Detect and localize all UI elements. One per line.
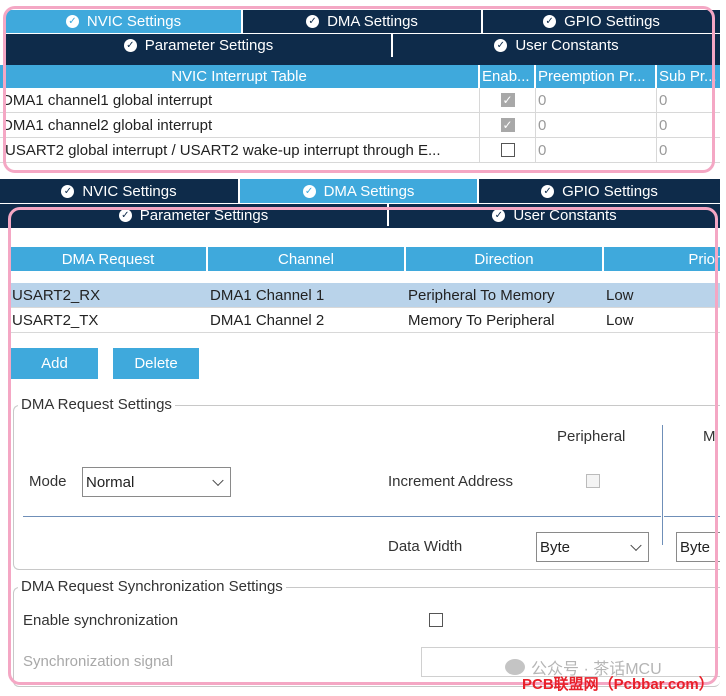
- top-main-tab-bar: ✓ NVIC Settings ✓ DMA Settings ✓ GPIO Se…: [6, 10, 720, 33]
- tab-nvic-settings[interactable]: ✓ NVIC Settings: [0, 179, 240, 203]
- memory-column-label: M: [703, 428, 716, 445]
- nvic-table-header: NVIC Interrupt Table Enab... Preemption …: [0, 65, 720, 88]
- col-header-enabled[interactable]: Enab...: [480, 65, 536, 88]
- enabled-cell: ✓: [480, 88, 536, 112]
- table-row[interactable]: DMA1 channel2 global interrupt ✓ 0 0: [0, 113, 720, 138]
- enabled-cell: [480, 138, 536, 162]
- top-tab-underline: [6, 57, 720, 65]
- table-row[interactable]: USART2_RX DMA1 Channel 1 Peripheral To M…: [10, 283, 720, 308]
- dma-request-settings-legend: DMA Request Settings: [18, 396, 175, 413]
- tab-parameter-settings[interactable]: ✓ Parameter Settings: [6, 34, 393, 57]
- dma-request-cell: USART2_RX: [12, 286, 101, 304]
- check-circle-icon: ✓: [494, 39, 508, 52]
- table-row[interactable]: USART2 global interrupt / USART2 wake-up…: [0, 138, 720, 163]
- delete-button[interactable]: Delete: [113, 348, 199, 379]
- peripheral-column-label: Peripheral: [557, 428, 626, 445]
- dma-table-header: DMA Request Channel Direction Prior: [10, 247, 720, 271]
- tab-user-constants[interactable]: ✓ User Constants: [389, 204, 720, 226]
- tab-parameter-settings[interactable]: ✓ Parameter Settings: [0, 204, 389, 226]
- check-circle-icon: ✓: [61, 184, 75, 198]
- preemption-priority[interactable]: 0: [536, 88, 657, 112]
- chevron-down-icon: [212, 474, 224, 487]
- col-header-priority[interactable]: Prior: [604, 247, 720, 271]
- col-header-channel[interactable]: Channel: [208, 247, 406, 271]
- tab-nvic-settings[interactable]: ✓ NVIC Settings: [6, 10, 243, 33]
- tab-gpio-settings[interactable]: ✓ GPIO Settings: [479, 179, 720, 203]
- table-row[interactable]: DMA1 channel1 global interrupt ✓ 0 0: [0, 88, 720, 113]
- bottom-main-tab-bar: ✓ NVIC Settings ✓ DMA Settings ✓ GPIO Se…: [0, 179, 720, 203]
- interrupt-name: USART2 global interrupt / USART2 wake-up…: [0, 138, 480, 162]
- check-circle-icon: ✓: [65, 15, 79, 28]
- preemption-priority[interactable]: 0: [536, 113, 657, 137]
- dma-channel-cell: DMA1 Channel 1: [210, 286, 325, 304]
- enabled-checkbox[interactable]: [500, 143, 515, 157]
- dma-priority-cell: Low: [606, 286, 634, 304]
- sub-priority[interactable]: 0: [657, 138, 720, 162]
- check-circle-icon: ✓: [541, 184, 555, 198]
- check-circle-icon: ✓: [306, 15, 320, 28]
- add-button[interactable]: Add: [11, 348, 98, 379]
- enable-synchronization-checkbox[interactable]: [429, 613, 443, 627]
- watermark-site: PCB联盟网（Pcbbar.com）: [522, 676, 714, 693]
- dma-channel-cell: DMA1 Channel 2: [210, 311, 325, 329]
- data-width-memory-select[interactable]: Byte: [676, 532, 720, 562]
- check-circle-icon: ✓: [123, 39, 137, 52]
- check-circle-icon: ✓: [543, 15, 557, 28]
- sub-priority[interactable]: 0: [657, 113, 720, 137]
- tab-dma-settings[interactable]: ✓ DMA Settings: [243, 10, 483, 33]
- data-width-peripheral-select[interactable]: Byte: [536, 532, 649, 562]
- interrupt-name: DMA1 channel1 global interrupt: [0, 88, 480, 112]
- dma-direction-cell: Memory To Peripheral: [408, 311, 555, 329]
- mode-label: Mode: [29, 473, 67, 490]
- dma-direction-cell: Peripheral To Memory: [408, 286, 555, 304]
- bottom-tab-underline: [0, 226, 720, 228]
- enabled-cell: ✓: [480, 113, 536, 137]
- enabled-checkbox[interactable]: ✓: [500, 93, 515, 107]
- mode-select[interactable]: Normal: [82, 467, 231, 497]
- top-sub-tab-bar: ✓ Parameter Settings ✓ User Constants: [6, 34, 720, 57]
- chevron-down-icon: [630, 539, 642, 552]
- dma-table-gap: [10, 271, 720, 283]
- enable-synchronization-label: Enable synchronization: [23, 612, 179, 629]
- tab-dma-settings[interactable]: ✓ DMA Settings: [240, 179, 479, 203]
- column-divider: [662, 425, 663, 545]
- col-header-preemption[interactable]: Preemption Pr...: [536, 65, 657, 88]
- enabled-checkbox[interactable]: ✓: [500, 118, 515, 132]
- preemption-priority[interactable]: 0: [536, 138, 657, 162]
- data-width-label: Data Width: [388, 538, 463, 555]
- dma-request-cell: USART2_TX: [12, 311, 99, 329]
- tab-gpio-settings[interactable]: ✓ GPIO Settings: [483, 10, 720, 33]
- table-row[interactable]: USART2_TX DMA1 Channel 2 Memory To Perip…: [10, 308, 720, 333]
- col-header-direction[interactable]: Direction: [406, 247, 604, 271]
- row-divider: [23, 516, 661, 517]
- col-header-sub-priority[interactable]: Sub Pr...: [657, 65, 720, 88]
- dma-sync-settings-legend: DMA Request Synchronization Settings: [18, 578, 286, 595]
- sub-priority[interactable]: 0: [657, 88, 720, 112]
- col-header-dma-request[interactable]: DMA Request: [10, 247, 208, 271]
- check-circle-icon: ✓: [302, 184, 316, 198]
- increment-address-label: Increment Address: [388, 473, 514, 490]
- dma-priority-cell: Low: [606, 311, 634, 329]
- check-circle-icon: ✓: [492, 208, 506, 222]
- interrupt-name: DMA1 channel2 global interrupt: [0, 113, 480, 137]
- synchronization-signal-label: Synchronization signal: [23, 653, 174, 670]
- increment-address-peripheral-checkbox[interactable]: [586, 474, 600, 488]
- tab-user-constants[interactable]: ✓ User Constants: [393, 34, 720, 57]
- col-header-interrupt[interactable]: NVIC Interrupt Table: [0, 65, 480, 88]
- bottom-sub-tab-bar: ✓ Parameter Settings ✓ User Constants: [0, 204, 720, 226]
- check-circle-icon: ✓: [118, 208, 132, 222]
- row-divider-right: [664, 516, 720, 517]
